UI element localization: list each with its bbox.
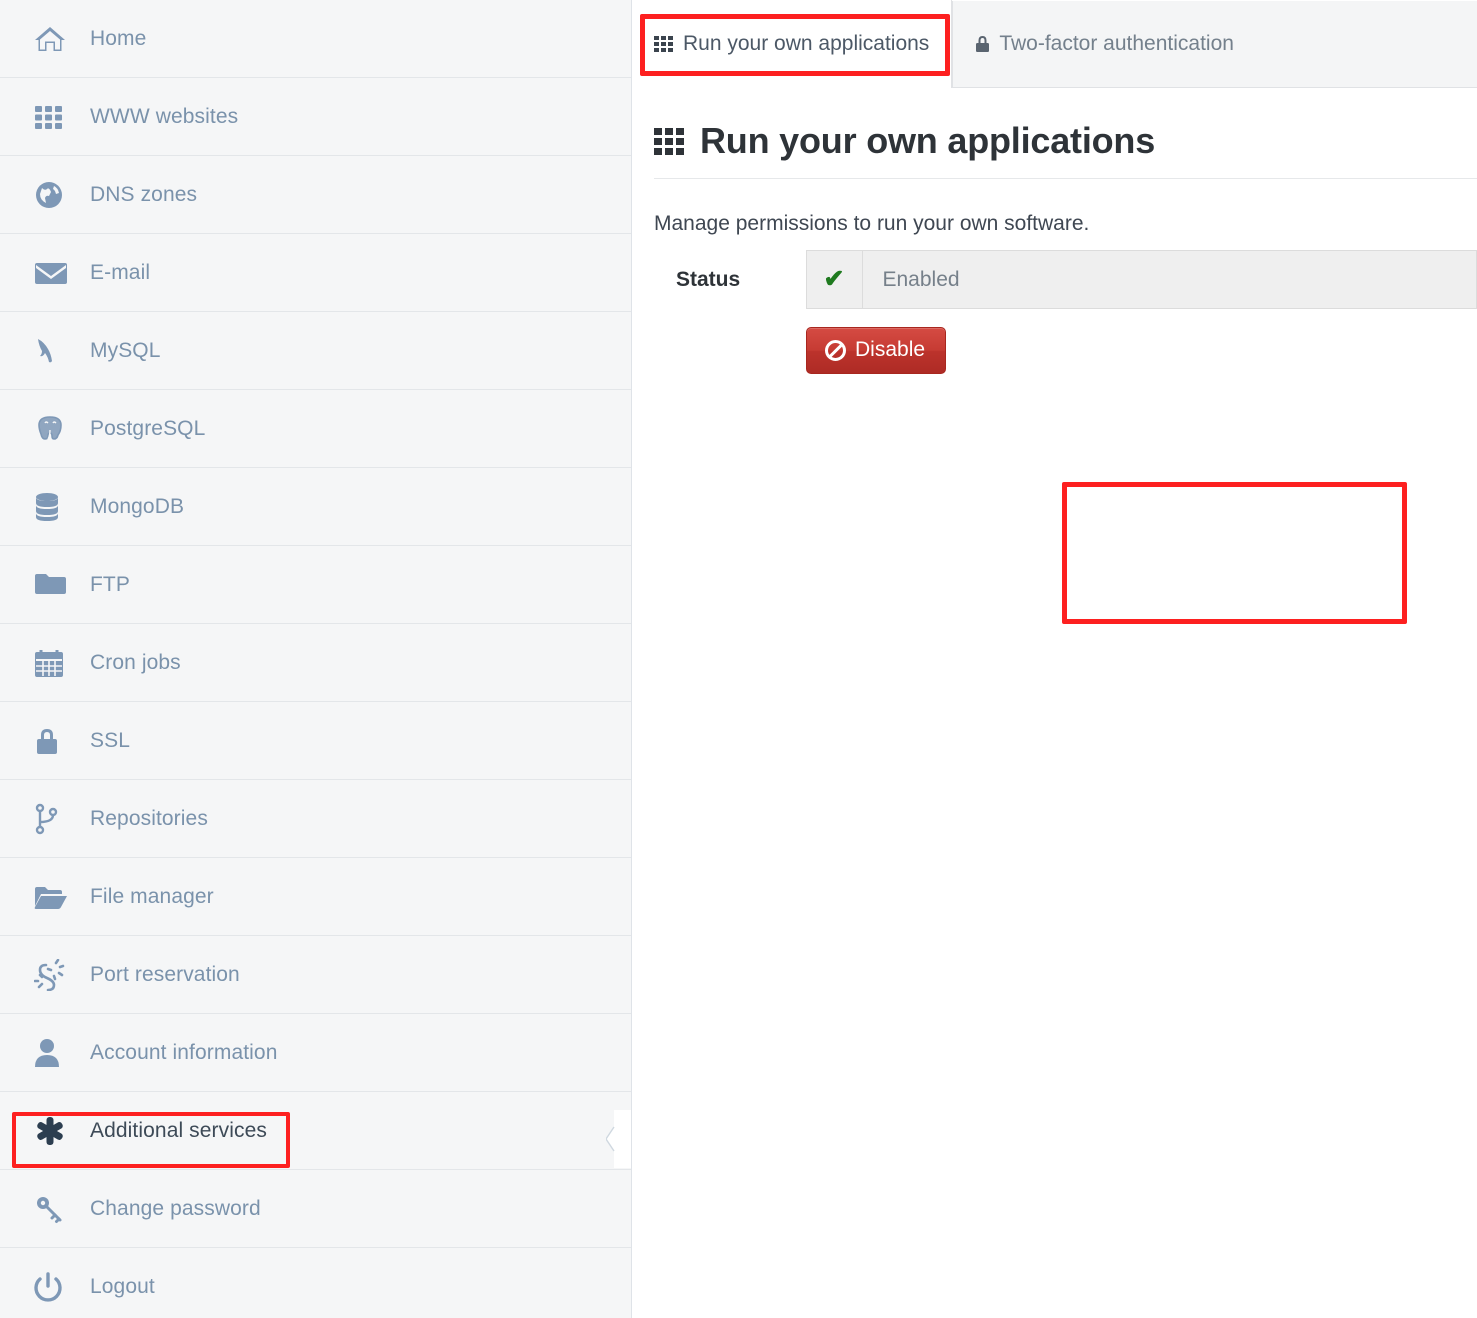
tab-two-factor-authentication[interactable]: Two-factor authentication — [952, 1, 1477, 88]
grid-icon — [34, 103, 78, 131]
sidebar-item-label: Logout — [90, 1275, 155, 1298]
sidebar-item-label: MySQL — [90, 338, 161, 362]
folder-icon — [34, 572, 78, 598]
sidebar-item-label: MongoDB — [90, 494, 185, 518]
sidebar-item-label: Additional services — [90, 1118, 267, 1142]
sidebar-item-port-reservation[interactable]: Port reservation — [0, 936, 631, 1014]
table-row: Status ✔ Enabled — [654, 250, 1477, 309]
lock-icon — [975, 35, 990, 53]
sidebar: Home WWW websites DNS zones E-mail MySQL… — [0, 0, 632, 1318]
grid-icon — [654, 127, 686, 156]
sidebar-item-change-password[interactable]: Change password — [0, 1170, 631, 1248]
sidebar-item-mysql[interactable]: MySQL — [0, 312, 631, 390]
sidebar-item-ftp[interactable]: FTP — [0, 546, 631, 624]
disable-button-label: Disable — [855, 338, 926, 361]
user-icon — [34, 1038, 78, 1068]
status-section: Status ✔ Enabled Disable — [654, 250, 1477, 624]
tab-bar: Run your own applications Two-factor aut… — [632, 0, 1477, 88]
check-icon: ✔ — [823, 265, 845, 293]
highlight-box-status — [1062, 482, 1407, 624]
status-check-cell: ✔ — [805, 250, 863, 309]
sidebar-item-label: PostgreSQL — [90, 416, 206, 440]
sidebar-item-mongodb[interactable]: MongoDB — [0, 468, 631, 546]
status-action-cell: Disable — [806, 308, 1477, 374]
sidebar-item-postgresql[interactable]: PostgreSQL — [0, 390, 631, 468]
power-icon — [34, 1272, 78, 1302]
sidebar-nav-list: Home WWW websites DNS zones E-mail MySQL… — [0, 0, 631, 1318]
grid-icon — [654, 35, 674, 53]
sidebar-item-dns-zones[interactable]: DNS zones — [0, 156, 631, 234]
page-description: Manage permissions to run your own softw… — [654, 212, 1090, 235]
page-title: Run your own applications — [654, 120, 1477, 179]
sidebar-item-additional-services[interactable]: Additional services — [0, 1092, 631, 1170]
sidebar-item-label: Account information — [90, 1040, 278, 1064]
tab-label: Two-factor authentication — [999, 32, 1234, 55]
sidebar-item-home[interactable]: Home — [0, 0, 631, 78]
sidebar-item-file-manager[interactable]: File manager — [0, 858, 631, 936]
sidebar-item-label: FTP — [90, 572, 130, 596]
sidebar-item-repositories[interactable]: Repositories — [0, 780, 631, 858]
sidebar-item-label: DNS zones — [90, 182, 198, 206]
status-table: Status ✔ Enabled Disable — [654, 250, 1477, 374]
ban-icon — [825, 339, 846, 361]
home-icon — [34, 25, 78, 53]
sidebar-item-account-information[interactable]: Account information — [0, 1014, 631, 1092]
status-value: Enabled — [862, 250, 1477, 309]
sidebar-item-ssl[interactable]: SSL — [0, 702, 631, 780]
content-body: Run your own applications Manage permiss… — [632, 120, 1477, 624]
code-branch-icon — [34, 803, 78, 835]
sidebar-item-www-websites[interactable]: WWW websites — [0, 78, 631, 156]
sidebar-item-cron-jobs[interactable]: Cron jobs — [0, 624, 631, 702]
envelope-icon — [34, 260, 78, 286]
main-content: Run your own applications Two-factor aut… — [632, 0, 1477, 1318]
globe-icon — [34, 180, 78, 210]
sidebar-item-label: Cron jobs — [90, 650, 181, 674]
plug-icon — [34, 958, 78, 991]
elephant-icon — [34, 414, 78, 444]
tab-run-your-own-applications[interactable]: Run your own applications — [632, 0, 953, 88]
folder-open-icon — [34, 884, 78, 910]
calendar-icon — [34, 648, 78, 678]
app-root: Home WWW websites DNS zones E-mail MySQL… — [0, 0, 1477, 1318]
sidebar-item-label: Repositories — [90, 806, 208, 830]
disable-button[interactable]: Disable — [806, 327, 947, 374]
sidebar-item-email[interactable]: E-mail — [0, 234, 631, 312]
key-icon — [34, 1194, 78, 1224]
sidebar-item-label: Home — [90, 26, 147, 50]
table-row: Disable — [654, 308, 1477, 374]
dolphin-icon — [34, 335, 78, 367]
sidebar-item-label: Change password — [90, 1196, 261, 1220]
sidebar-item-logout[interactable]: Logout — [0, 1248, 631, 1318]
tab-label: Run your own applications — [683, 32, 930, 55]
sidebar-item-label: WWW websites — [90, 104, 239, 128]
status-label: Status — [654, 250, 806, 309]
database-icon — [34, 492, 78, 522]
sidebar-item-label: Port reservation — [90, 962, 240, 986]
asterisk-icon — [34, 1115, 78, 1147]
sidebar-item-label: File manager — [90, 884, 214, 908]
status-action-spacer — [654, 308, 806, 374]
sidebar-item-label: SSL — [90, 728, 130, 752]
sidebar-item-label: E-mail — [90, 260, 151, 284]
page-title-text: Run your own applications — [700, 120, 1156, 161]
lock-icon — [34, 726, 78, 756]
